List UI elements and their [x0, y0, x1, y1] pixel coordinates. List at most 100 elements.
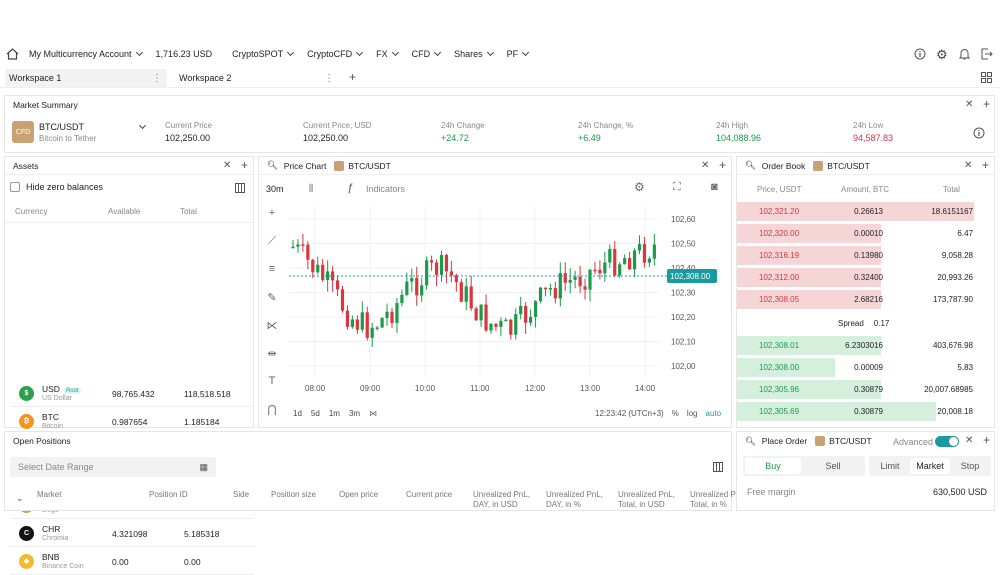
tab-workspace-2[interactable]: Workspace 2 ⋮ — [174, 69, 340, 87]
candle-body — [350, 319, 354, 327]
close-icon[interactable]: ✕ — [701, 160, 709, 171]
expand-all-icon[interactable]: ⌄ — [16, 493, 24, 504]
candle-type-icon[interactable]: ⫼ — [309, 183, 313, 194]
calendar-icon[interactable]: ▦ — [199, 462, 208, 473]
close-icon[interactable]: ✕ — [965, 99, 973, 110]
col-header[interactable]: Position ID — [149, 490, 219, 500]
indicators-button[interactable]: Indicators — [366, 184, 405, 194]
ask-row[interactable]: 102,321.20 0.26613 18.6151167 — [737, 201, 995, 222]
home-icon[interactable] — [6, 48, 19, 60]
col-header[interactable]: Unrealized PnL, DAY, in % — [546, 490, 612, 510]
asset-name: USD Root US Dollar — [42, 384, 81, 402]
ask-row[interactable]: 102,312.00 0.32400 20,993.26 — [737, 267, 995, 288]
y-tick-label: 102,60 — [671, 215, 696, 224]
brush-icon[interactable]: ✎ — [264, 291, 280, 307]
more-vertical-icon[interactable]: ⋮ — [324, 73, 334, 84]
chart-icon: 🔍︎ — [267, 160, 278, 170]
add-panel-button[interactable]: + — [719, 158, 726, 172]
ask-row[interactable]: 102,320.00 0.00010 6.47 — [737, 223, 995, 244]
menu-label: Shares — [454, 49, 483, 59]
close-icon[interactable]: ✕ — [223, 160, 231, 171]
advanced-toggle[interactable] — [935, 436, 959, 447]
menu-shares[interactable]: Shares — [454, 48, 494, 59]
candle-body — [642, 244, 647, 263]
pair-selector[interactable]: BTC/USDT Bitcoin to Tether — [39, 121, 147, 143]
bid-row[interactable]: 102,305.96 0.30879 20,007.68985 — [737, 379, 995, 400]
bid-row[interactable]: 102,305.69 0.30879 20,008.18 — [737, 401, 995, 422]
add-workspace-button[interactable]: + — [349, 70, 356, 84]
more-vertical-icon[interactable]: ⋮ — [152, 73, 162, 84]
bid-amount: 6.2303016 — [845, 341, 883, 350]
candle-body — [524, 305, 528, 323]
hide-zero-checkbox[interactable]: Hide zero balances — [10, 182, 103, 192]
period-1m[interactable]: 1m — [329, 409, 340, 418]
close-icon[interactable]: ✕ — [965, 435, 973, 446]
trendline-icon[interactable]: ⟋ — [264, 235, 280, 251]
interval-selector[interactable]: 30m — [266, 184, 284, 194]
type-market[interactable]: Market — [910, 458, 950, 474]
tab-workspace-1[interactable]: Workspace 1 ⋮ — [5, 69, 167, 87]
period-5d[interactable]: 5d — [311, 409, 320, 418]
info-icon[interactable] — [973, 127, 985, 141]
menu-pf[interactable]: PF — [507, 48, 530, 59]
price-chart-canvas[interactable]: 102,60102,50102,40102,30102,20102,10102,… — [289, 197, 729, 407]
bid-row[interactable]: 102,308.01 6.2303016 403,676.98 — [737, 335, 995, 356]
gear-icon[interactable]: ⚙ — [936, 47, 948, 63]
table-row[interactable]: ◆ BNB Binance Coin 0.00 0.00 — [10, 548, 254, 575]
add-panel-button[interactable]: + — [241, 158, 248, 172]
account-selector[interactable]: My Multicurrency Account — [29, 48, 143, 59]
candle-body — [588, 269, 592, 290]
layout-grid-icon[interactable] — [981, 72, 992, 85]
sell-button[interactable]: Sell — [805, 458, 861, 474]
tab-label: Workspace 1 — [9, 73, 62, 83]
add-panel-button[interactable]: + — [983, 97, 990, 111]
date-range-input[interactable]: Select Date Range ▦ — [10, 457, 216, 477]
fib-lines-icon[interactable]: ≡ — [264, 263, 280, 279]
col-header[interactable]: Unrealized PnL, DAY, in USD — [473, 490, 539, 510]
menu-cryptocfd[interactable]: CryptoCFD — [307, 48, 364, 59]
col-header[interactable]: Position size — [271, 490, 341, 500]
type-stop[interactable]: Stop — [951, 458, 989, 474]
columns-icon[interactable] — [713, 462, 723, 474]
col-header[interactable]: Market — [37, 490, 107, 500]
columns-icon[interactable] — [235, 183, 245, 195]
buy-button[interactable]: Buy — [745, 458, 801, 474]
checkbox[interactable] — [10, 182, 20, 192]
percent-toggle[interactable]: % — [672, 409, 679, 418]
bid-row[interactable]: 102,308.00 0.00009 5.83 — [737, 357, 995, 378]
summary-field: 24h Low 94,587.83 — [853, 121, 893, 143]
magnet-icon[interactable]: ⋂ — [264, 403, 280, 419]
indicators-icon[interactable]: ƒ — [347, 182, 353, 194]
ask-row[interactable]: 102,316.19 0.13980 9,058.28 — [737, 245, 995, 266]
period-3m[interactable]: 3m — [349, 409, 360, 418]
text-tool-icon[interactable]: T — [264, 375, 280, 391]
bid-price: 102,305.96 — [759, 385, 800, 394]
add-panel-button[interactable]: + — [982, 158, 989, 172]
menu-fx[interactable]: FX — [376, 48, 399, 59]
table-row[interactable]: $ USD Root US Dollar 98,765.432 118,518.518 — [10, 380, 254, 407]
camera-icon[interactable]: ◙ — [711, 181, 718, 193]
close-icon[interactable]: ✕ — [964, 160, 972, 171]
bell-icon[interactable] — [959, 48, 970, 60]
auto-toggle[interactable]: auto — [706, 409, 722, 418]
logout-icon[interactable] — [981, 48, 993, 60]
fullscreen-icon[interactable]: ⛶ — [673, 181, 681, 194]
pattern-icon[interactable]: ⋉ — [264, 319, 280, 335]
col-header[interactable]: Open price — [339, 490, 409, 500]
period-1d[interactable]: 1d — [293, 409, 302, 418]
col-header[interactable]: Current price — [406, 490, 476, 500]
menu-cryptospot[interactable]: CryptoSPOT — [232, 48, 295, 59]
log-toggle[interactable]: log — [687, 409, 698, 418]
col-header[interactable]: Unrealized PnL, Total, in USD — [618, 490, 684, 510]
info-icon[interactable] — [914, 48, 926, 60]
settings-icon[interactable]: ⚙ — [634, 180, 645, 194]
measure-icon[interactable]: ⇹ — [264, 347, 280, 363]
compare-icon[interactable]: ⋈ — [369, 409, 377, 418]
table-row[interactable]: C CHR Chromia 4.321098 5.185318 — [10, 520, 254, 547]
x-tick-label: 10:00 — [415, 384, 436, 393]
add-panel-button[interactable]: + — [983, 433, 990, 447]
type-limit[interactable]: Limit — [871, 458, 909, 474]
ask-row[interactable]: 102,308.05 2.68216 173,787.90 — [737, 289, 995, 310]
crosshair-icon[interactable]: + — [264, 207, 280, 223]
menu-cfd[interactable]: CFD — [412, 48, 442, 59]
